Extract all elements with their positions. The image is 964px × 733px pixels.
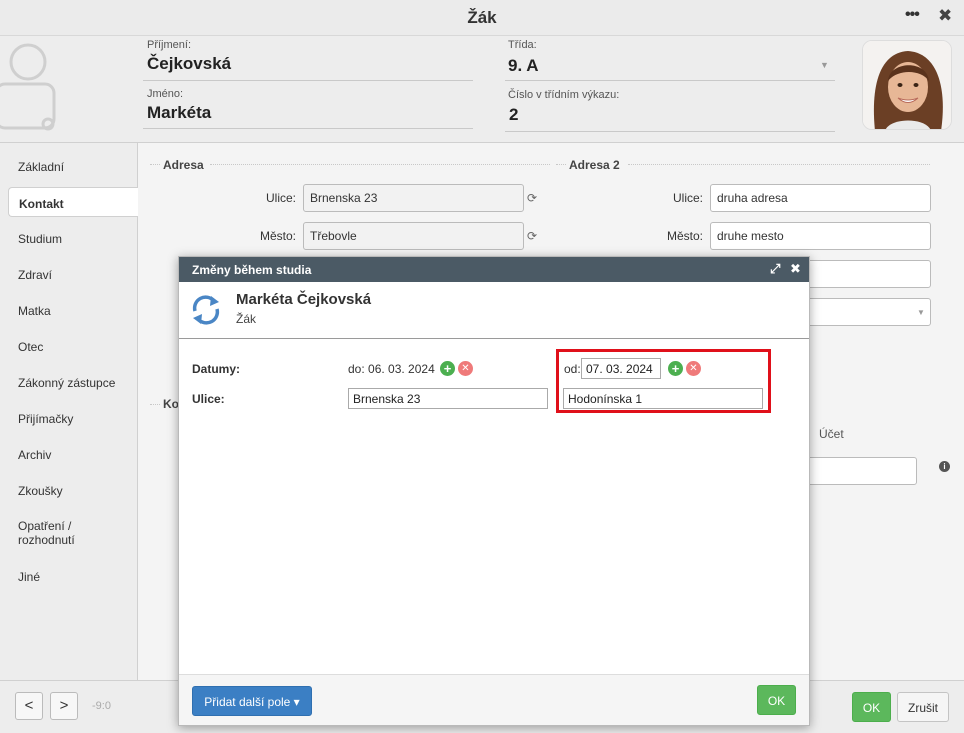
sidebar-item-otec[interactable]: Otec bbox=[8, 331, 138, 361]
sidebar-item-archiv[interactable]: Archiv bbox=[8, 439, 138, 469]
date-to-text: do: 06. 03. 2024 bbox=[348, 362, 435, 376]
dialog-street-label: Ulice: bbox=[192, 392, 225, 406]
dialog-footer: Přidat další pole ▾ OK bbox=[179, 674, 809, 725]
firstname-underline bbox=[143, 128, 473, 129]
number-label: Číslo v třídním výkazu: bbox=[508, 89, 620, 101]
student-photo[interactable] bbox=[862, 40, 952, 130]
section-rule bbox=[150, 404, 160, 405]
dialog-person-name: Markéta Čejkovská bbox=[236, 291, 372, 308]
section-rule bbox=[556, 164, 566, 165]
sidebar-item-kontakt[interactable]: Kontakt bbox=[8, 187, 138, 217]
record-counter: -9:0 bbox=[92, 700, 111, 712]
dialog-ok-button[interactable]: OK bbox=[757, 685, 796, 715]
sync-icon bbox=[192, 295, 220, 325]
more-icon[interactable]: ••• bbox=[905, 6, 920, 24]
sidebar-item-opatreni[interactable]: Opatření / rozhodnutí bbox=[8, 511, 118, 551]
contact-section-title-partial: Ko bbox=[163, 397, 179, 411]
sidebar-item-zakonny-zastupce[interactable]: Zákonný zástupce bbox=[8, 367, 138, 397]
surname-value: Čejkovská bbox=[147, 54, 232, 73]
firstname-value: Markéta bbox=[147, 103, 212, 122]
sidebar-item-zakladni[interactable]: Základní bbox=[8, 151, 138, 181]
add-field-button[interactable]: Přidat další pole ▾ bbox=[192, 686, 312, 716]
sidebar-item-prijimacky[interactable]: Přijímačky bbox=[8, 403, 138, 433]
info-icon[interactable]: i bbox=[939, 461, 950, 472]
number-value: 2 bbox=[509, 105, 519, 124]
window-titlebar: Žák ••• ✖ bbox=[0, 0, 964, 36]
sidebar-item-studium[interactable]: Studium bbox=[8, 223, 138, 253]
dialog-separator bbox=[179, 338, 809, 339]
address-section-title: Adresa bbox=[163, 158, 204, 172]
prev-button[interactable]: < bbox=[15, 692, 43, 720]
city-input[interactable]: Třebovle bbox=[303, 222, 524, 250]
highlight-box bbox=[556, 349, 771, 413]
expand-icon[interactable]: ⤢ bbox=[770, 261, 780, 277]
student-header: Příjmení: Čejkovská Jméno: Markéta Třída… bbox=[0, 36, 964, 143]
class-label: Třída: bbox=[508, 39, 537, 51]
street2-label: Ulice: bbox=[672, 191, 703, 205]
account-label: Účet bbox=[819, 427, 844, 441]
ok-button[interactable]: OK bbox=[852, 692, 891, 722]
dialog-close-icon[interactable]: ✖ bbox=[790, 261, 801, 277]
city2-input[interactable]: druhe mesto bbox=[710, 222, 931, 250]
section-rule bbox=[150, 164, 160, 165]
sidebar-item-zkousky[interactable]: Zkoušky bbox=[8, 475, 138, 505]
section-rule bbox=[210, 164, 550, 165]
street2-input[interactable]: druha adresa bbox=[710, 184, 931, 212]
number-underline bbox=[505, 131, 835, 132]
street-old-input[interactable]: Brnenska 23 bbox=[348, 388, 548, 409]
class-underline bbox=[505, 80, 835, 81]
remove-date-icon[interactable]: ✕ bbox=[458, 361, 473, 376]
firstname-label: Jméno: bbox=[147, 88, 184, 100]
add-date-icon[interactable]: + bbox=[440, 361, 455, 376]
surname-label: Příjmení: bbox=[147, 39, 192, 51]
city2-label: Město: bbox=[666, 229, 703, 243]
section-rule bbox=[628, 164, 930, 165]
street-refresh-icon[interactable]: ⟳ bbox=[527, 191, 537, 205]
street-label: Ulice: bbox=[265, 191, 296, 205]
address2-section-title: Adresa 2 bbox=[569, 158, 620, 172]
dialog-header: Změny během studia ⤢ ✖ bbox=[179, 257, 809, 282]
address2-select-chevron-icon[interactable]: ▼ bbox=[917, 308, 925, 317]
city-refresh-icon[interactable]: ⟳ bbox=[527, 229, 537, 243]
sidebar-item-matka[interactable]: Matka bbox=[8, 295, 138, 325]
next-button[interactable]: > bbox=[50, 692, 78, 720]
sidebar-item-jine[interactable]: Jiné bbox=[8, 561, 138, 591]
window-title: Žák bbox=[467, 8, 497, 27]
class-value[interactable]: 9. A bbox=[508, 56, 539, 76]
dialog-person-role: Žák bbox=[236, 312, 257, 326]
dialog-title: Změny během studia bbox=[192, 263, 312, 277]
city-label: Město: bbox=[259, 229, 296, 243]
dates-label: Datumy: bbox=[192, 362, 241, 376]
study-changes-dialog: Změny během studia ⤢ ✖ Markéta Čejkovská… bbox=[178, 256, 810, 726]
surname-underline bbox=[143, 80, 473, 81]
sidebar-item-zdravi[interactable]: Zdraví bbox=[8, 259, 138, 289]
student-photo-image bbox=[863, 41, 951, 129]
cancel-button[interactable]: Zrušit bbox=[897, 692, 949, 722]
class-dropdown-chevron-icon[interactable]: ▼ bbox=[820, 60, 829, 70]
street-input[interactable]: Brnenska 23 bbox=[303, 184, 524, 212]
close-icon[interactable]: ✖ bbox=[938, 6, 952, 26]
sidebar: Základní Kontakt Studium Zdraví Matka Ot… bbox=[0, 143, 138, 680]
avatar-placeholder-icon bbox=[0, 43, 56, 131]
